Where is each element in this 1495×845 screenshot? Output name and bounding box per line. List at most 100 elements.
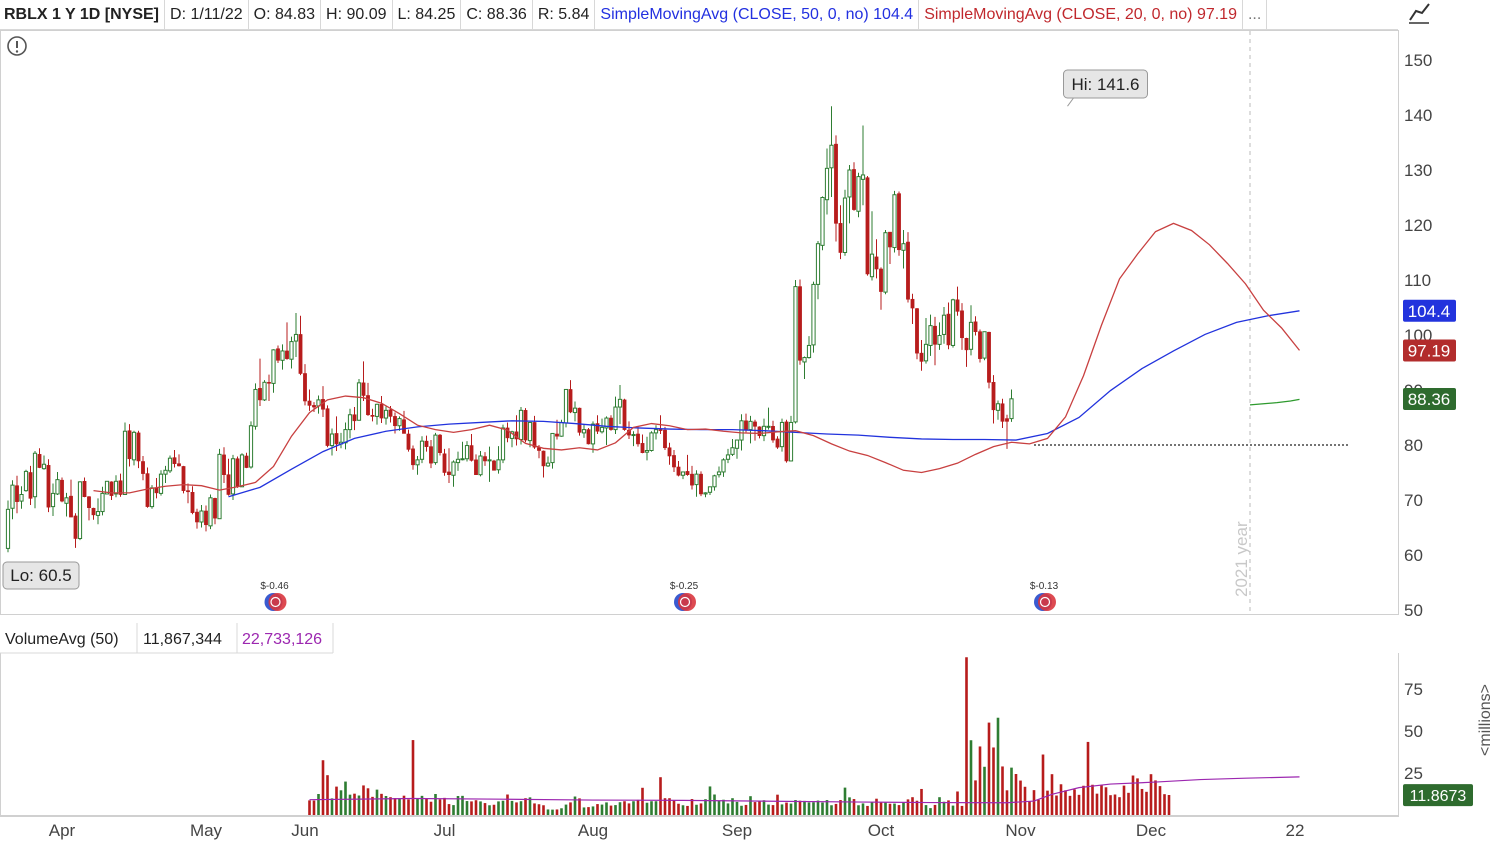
volume-bar	[1010, 767, 1013, 815]
candle-body-up	[545, 462, 551, 467]
candle-body-up	[649, 432, 654, 451]
last-volume-tag: 11.8673	[1410, 788, 1467, 805]
volume-bar	[1104, 787, 1108, 815]
volume-bar	[542, 805, 545, 815]
month-tick-label: Jun	[291, 821, 318, 840]
month-tick-label: Oct	[868, 821, 895, 840]
candle-body-up	[5, 508, 11, 549]
volume-bar	[1145, 791, 1148, 815]
volume-bar	[1127, 792, 1130, 815]
candle-body-down	[190, 491, 195, 513]
volume-bar	[344, 781, 347, 815]
sma50-line	[228, 310, 1300, 498]
candle-body-up	[703, 492, 708, 495]
candle-body-down	[424, 440, 429, 447]
candle-body-up	[820, 197, 825, 246]
volume-bar	[317, 794, 320, 815]
candle-body-down	[370, 414, 375, 417]
volume-bar	[636, 799, 640, 815]
volume-bar	[650, 801, 653, 815]
volume-bar	[416, 798, 419, 815]
candle-body-up	[55, 479, 60, 495]
volume-bar	[447, 804, 451, 815]
volume-bar	[866, 805, 869, 815]
volume-bar	[753, 802, 757, 815]
month-tick-label: 22	[1286, 821, 1305, 840]
volume-bar	[906, 799, 910, 815]
candle-body-down	[973, 321, 978, 332]
candle-body-up	[788, 421, 794, 462]
candle-body-up	[478, 455, 483, 476]
candle-body-up	[397, 418, 402, 427]
volume-bar	[1118, 797, 1121, 815]
candle-body-down	[541, 450, 546, 467]
candle-body-up	[32, 452, 38, 498]
candle-body-down	[91, 507, 96, 516]
volume-bar	[816, 800, 820, 815]
candle-body-down	[753, 421, 757, 427]
volume-bar	[429, 801, 433, 815]
volume-bar	[1091, 784, 1094, 815]
candle-body-down	[946, 313, 951, 346]
candle-body-down	[388, 409, 393, 417]
earnings-label: $-0.13	[1030, 581, 1059, 592]
volume-bar	[744, 804, 748, 815]
candle-body-up	[158, 473, 164, 494]
candle-body-down	[537, 447, 541, 451]
candle-body-down	[555, 433, 559, 437]
volume-study-label[interactable]: VolumeAvg (50)	[5, 631, 119, 648]
candle-body-up	[680, 471, 686, 476]
volume-bar	[699, 803, 703, 815]
candle-body-down	[244, 455, 249, 468]
volume-bar	[771, 805, 775, 815]
candle-body-down	[532, 422, 537, 448]
volume-bar	[762, 800, 766, 815]
candle-body-up	[937, 335, 942, 345]
volume-bar	[960, 805, 964, 815]
exclamation-icon-dot	[15, 50, 19, 53]
candle-body-down	[874, 256, 879, 270]
candle-body-down	[285, 350, 289, 359]
candle-body-up	[217, 453, 222, 520]
volume-bar	[533, 803, 536, 815]
volume-bar	[1167, 795, 1171, 815]
volume-layer	[308, 657, 1300, 815]
candle-body-up	[95, 511, 101, 516]
candle-body-down	[402, 419, 406, 434]
candle-body-down	[964, 337, 969, 351]
candle-body-up	[883, 232, 888, 293]
volume-avg-value: 22,733,126	[242, 631, 322, 648]
candle-body-up	[725, 454, 731, 460]
volume-bar	[353, 793, 356, 815]
volume-bar	[596, 804, 599, 815]
price-tick-label: 150	[1404, 51, 1432, 70]
candle-body-up	[802, 357, 807, 363]
candle-body-up	[199, 510, 204, 523]
candle-body-up	[1009, 398, 1014, 420]
candle-body-down	[136, 432, 141, 462]
volume-bar	[569, 802, 572, 815]
chart-canvas[interactable]: 5060708090100110120130140150255075<milli…	[0, 0, 1495, 845]
volume-bar	[888, 803, 892, 815]
volume-bar	[789, 803, 793, 815]
candle-body-down	[172, 457, 177, 464]
candle-body-down	[663, 429, 667, 449]
volume-bar	[996, 717, 1000, 815]
volume-bar	[938, 797, 941, 815]
volume-bar	[956, 791, 959, 815]
volume-bar	[335, 786, 338, 815]
volume-bar	[501, 800, 505, 815]
volume-bar	[911, 797, 914, 815]
candle-body-down	[379, 403, 384, 419]
volume-bar	[933, 804, 937, 815]
candle-body-down	[222, 454, 226, 475]
volume-bar	[407, 799, 410, 815]
volume-bar	[654, 801, 658, 815]
candle-body-down	[312, 405, 316, 408]
volume-bar	[780, 804, 784, 815]
candle-body-up	[289, 341, 294, 360]
volume-bar	[366, 788, 370, 815]
candle-body-down	[636, 433, 640, 445]
volume-bar	[380, 793, 383, 815]
candle-body-down	[915, 308, 919, 354]
